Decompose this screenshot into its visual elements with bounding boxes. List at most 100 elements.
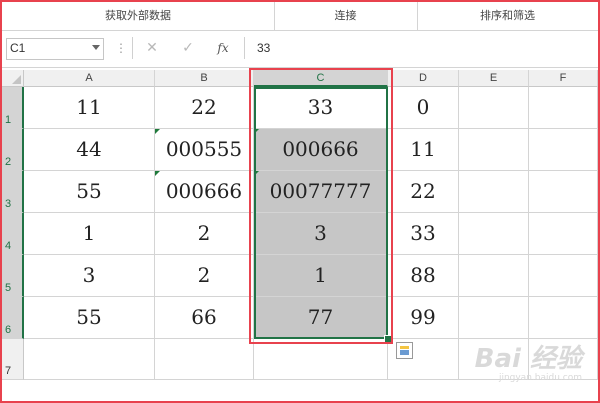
watermark-logo: Bai 经验 <box>474 344 582 374</box>
cell-value: 000555 <box>165 137 243 161</box>
cell-value: 99 <box>410 305 436 329</box>
cell-value: 77 <box>307 305 334 329</box>
cell-e5[interactable] <box>459 255 529 297</box>
ribbon-group-external-data[interactable]: 获取外部数据 <box>2 2 275 30</box>
row-number: 7 <box>5 365 12 377</box>
cell-a1[interactable]: 11 <box>24 87 155 129</box>
cell-b1[interactable]: 22 <box>155 87 254 129</box>
ribbon-group-sort-filter[interactable]: 排序和筛选 <box>417 2 598 30</box>
fill-handle[interactable] <box>384 335 392 343</box>
text-number-warning-icon[interactable] <box>254 129 259 134</box>
cell-e3[interactable] <box>459 171 529 213</box>
cell-f1[interactable] <box>529 87 598 129</box>
cell-value: 22 <box>410 179 436 203</box>
cell-d5[interactable]: 88 <box>388 255 459 297</box>
cell-c2[interactable]: 000666 <box>254 129 388 171</box>
quick-analysis-icon <box>400 346 409 355</box>
cell-e1[interactable] <box>459 87 529 129</box>
divider <box>132 37 133 59</box>
row-header-7[interactable]: 7 <box>2 339 24 380</box>
cell-f2[interactable] <box>529 129 598 171</box>
ribbon-group-labels: 获取外部数据 连接 排序和筛选 <box>2 2 598 31</box>
row-header-4[interactable]: 4 <box>2 213 24 255</box>
row-number: 2 <box>5 156 12 168</box>
cell-c6[interactable]: 77 <box>254 297 388 339</box>
cell-e2[interactable] <box>459 129 529 171</box>
cell-e6[interactable] <box>459 297 529 339</box>
cell-a4[interactable]: 1 <box>24 213 155 255</box>
row-number: 1 <box>5 114 12 126</box>
row-number: 5 <box>5 282 12 294</box>
row-header-6[interactable]: 6 <box>2 297 24 339</box>
more-options-icon[interactable]: ⋮ <box>115 41 127 55</box>
text-number-warning-icon[interactable] <box>254 171 259 176</box>
cell-c4[interactable]: 3 <box>254 213 388 255</box>
cell-d6[interactable]: 99 <box>388 297 459 339</box>
select-all-corner[interactable] <box>2 70 24 87</box>
cell-f5[interactable] <box>529 255 598 297</box>
cell-d2[interactable]: 11 <box>388 129 459 171</box>
row-header-1[interactable]: 1 <box>2 87 24 129</box>
cell-a3[interactable]: 55 <box>24 171 155 213</box>
watermark: Bai 经验 jingyan.baidu.com <box>475 338 582 383</box>
cell-a2[interactable]: 44 <box>24 129 155 171</box>
row-header-2[interactable]: 2 <box>2 129 24 171</box>
cell-b6[interactable]: 66 <box>155 297 254 339</box>
cell-d1[interactable]: 0 <box>388 87 459 129</box>
cell-value: 22 <box>191 95 217 119</box>
cell-value: 66 <box>191 305 217 329</box>
cell-c3[interactable]: 00077777 <box>254 171 388 213</box>
cell-c5[interactable]: 1 <box>254 255 388 297</box>
cell-a5[interactable]: 3 <box>24 255 155 297</box>
formula-input[interactable]: 33 <box>257 41 270 55</box>
cell-a6[interactable]: 55 <box>24 297 155 339</box>
column-header-e[interactable]: E <box>459 70 529 87</box>
column-header-d[interactable]: D <box>388 70 459 87</box>
cell-c7[interactable] <box>254 339 388 380</box>
ribbon-group-connections[interactable]: 连接 <box>274 2 418 30</box>
cell-value: 2 <box>197 221 211 245</box>
cell-b4[interactable]: 2 <box>155 213 254 255</box>
column-header-b[interactable]: B <box>155 70 254 87</box>
name-box[interactable]: C1 <box>6 38 104 60</box>
cell-value: 33 <box>307 95 334 119</box>
cell-value: 0 <box>416 95 430 119</box>
column-header-f[interactable]: F <box>529 70 598 87</box>
insert-function-icon[interactable]: fx <box>212 38 234 58</box>
text-number-warning-icon[interactable] <box>155 129 160 134</box>
cell-value: 3 <box>82 263 96 287</box>
select-all-icon <box>12 75 21 84</box>
cell-e4[interactable] <box>459 213 529 255</box>
cell-f3[interactable] <box>529 171 598 213</box>
quick-analysis-button[interactable] <box>396 342 413 359</box>
column-header-a[interactable]: A <box>24 70 155 87</box>
cell-b3[interactable]: 000666 <box>155 171 254 213</box>
cell-b2[interactable]: 000555 <box>155 129 254 171</box>
row-number: 6 <box>5 324 12 336</box>
row-header-5[interactable]: 5 <box>2 255 24 297</box>
cell-value: 88 <box>410 263 436 287</box>
cell-d3[interactable]: 22 <box>388 171 459 213</box>
row-header-3[interactable]: 3 <box>2 171 24 213</box>
cell-d4[interactable]: 33 <box>388 213 459 255</box>
cell-value: 33 <box>410 221 436 245</box>
cell-value: 1 <box>82 221 96 245</box>
cell-value: 000666 <box>282 137 359 161</box>
column-header-c[interactable]: C <box>254 70 388 87</box>
cell-c1[interactable]: 33 <box>254 87 388 129</box>
cell-value: 11 <box>410 137 436 161</box>
row-number: 3 <box>5 198 12 210</box>
cell-a7[interactable] <box>24 339 155 380</box>
cell-f4[interactable] <box>529 213 598 255</box>
name-box-value: C1 <box>10 41 26 55</box>
cell-f6[interactable] <box>529 297 598 339</box>
enter-icon[interactable]: ✓ <box>177 38 199 58</box>
formula-bar: C1 ⋮ ✕ ✓ fx 33 <box>2 31 598 68</box>
cell-value: 2 <box>197 263 211 287</box>
chevron-down-icon[interactable] <box>92 45 100 50</box>
cell-b7[interactable] <box>155 339 254 380</box>
cancel-icon[interactable]: ✕ <box>141 38 163 58</box>
text-number-warning-icon[interactable] <box>155 171 160 176</box>
cell-value: 44 <box>76 137 102 161</box>
cell-b5[interactable]: 2 <box>155 255 254 297</box>
